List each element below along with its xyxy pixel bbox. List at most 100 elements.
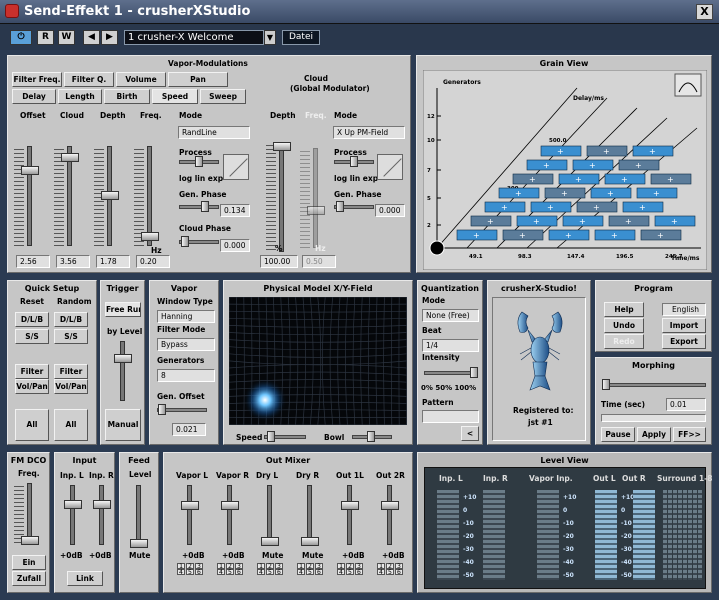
offset-slider[interactable] — [27, 146, 32, 246]
morph-slider[interactable] — [602, 383, 706, 387]
export-button[interactable]: Export — [662, 334, 706, 349]
quant-mode-value[interactable]: None (Free) — [422, 309, 479, 322]
gen-phase-slider[interactable] — [179, 205, 219, 209]
close-button[interactable]: X — [696, 4, 713, 20]
feed-level-knob[interactable] — [130, 539, 148, 548]
mixer-2-routing-matrix[interactable]: 123456 — [257, 563, 285, 575]
generators-value[interactable]: 8 — [157, 369, 215, 382]
offset-knob[interactable] — [21, 166, 39, 175]
depth-knob[interactable] — [101, 191, 119, 200]
offset-value[interactable]: 2.56 — [16, 255, 50, 268]
cloud-value[interactable]: 3.56 — [56, 255, 90, 268]
filter-mode-value[interactable]: Bypass — [157, 338, 215, 351]
mixer-2-knob[interactable] — [261, 537, 279, 546]
freq-slider[interactable] — [147, 146, 152, 246]
pattern-back-button[interactable]: < — [461, 426, 479, 441]
mixer-0-slider[interactable] — [187, 485, 192, 545]
freq-value[interactable]: 0.20 — [136, 255, 170, 268]
bowl-knob[interactable] — [367, 431, 375, 442]
mixer-1-knob[interactable] — [221, 501, 239, 510]
cloud-phase-value[interactable]: 0.000 — [220, 239, 250, 252]
gen-phase-knob[interactable] — [201, 201, 209, 212]
morph-knob[interactable] — [602, 379, 610, 390]
next-preset-button[interactable]: ▶ — [101, 30, 118, 45]
cloud-freq-slider[interactable] — [313, 148, 318, 248]
cloud-phase-knob[interactable] — [181, 236, 189, 247]
mod-volume[interactable]: Volume — [116, 72, 166, 87]
process-knob[interactable] — [195, 156, 203, 167]
prev-preset-button[interactable]: ◀ — [83, 30, 100, 45]
random-ss-button[interactable]: S/S — [54, 329, 88, 344]
mixer-0-knob[interactable] — [181, 501, 199, 510]
input-link-button[interactable]: Link — [67, 571, 103, 586]
power-button[interactable]: ⏻ — [10, 30, 32, 45]
mod-delay[interactable]: Delay — [12, 89, 56, 104]
mode-value[interactable]: RandLine — [178, 126, 250, 139]
preset-dropdown-icon[interactable]: ▼ — [264, 30, 276, 45]
mod-sweep[interactable]: Sweep — [200, 89, 246, 104]
gen-phase-value[interactable]: 0.134 — [220, 204, 250, 217]
cloud-gen-phase-knob[interactable] — [336, 201, 344, 212]
trigger-level-knob[interactable] — [114, 354, 132, 363]
mixer-3-routing-matrix[interactable]: 123456 — [297, 563, 325, 575]
speed-knob[interactable] — [267, 431, 275, 442]
gen-offset-value[interactable]: 0.021 — [172, 423, 206, 436]
write-button[interactable]: W — [58, 30, 75, 45]
mixer-5-routing-matrix[interactable]: 123456 — [377, 563, 405, 575]
window-type-value[interactable]: Hanning — [157, 310, 215, 323]
envelope-window-icon[interactable] — [674, 73, 702, 97]
input-r-knob[interactable] — [93, 500, 111, 509]
morph-ff-button[interactable]: FF>> — [673, 427, 706, 442]
gen-offset-knob[interactable] — [158, 404, 166, 415]
feed-level-slider[interactable] — [136, 485, 141, 545]
input-l-slider[interactable] — [70, 485, 75, 545]
cloud-knob[interactable] — [61, 153, 79, 162]
mixer-4-knob[interactable] — [341, 501, 359, 510]
help-button[interactable]: Help — [604, 302, 644, 317]
depth-value[interactable]: 1.78 — [96, 255, 130, 268]
free-run-button[interactable]: Free Run — [105, 302, 141, 317]
cloud-process-knob[interactable] — [350, 156, 358, 167]
import-button[interactable]: Import — [662, 318, 706, 333]
beat-value[interactable]: 1/4 — [422, 339, 479, 352]
morph-apply-button[interactable]: Apply — [637, 427, 671, 442]
intensity-slider[interactable] — [424, 371, 476, 375]
reset-volpan-button[interactable]: Vol/Pan — [15, 379, 49, 394]
manual-trigger-button[interactable]: Manual — [105, 409, 141, 441]
mod-filter-freq[interactable]: Filter Freq. — [12, 72, 62, 87]
mixer-4-routing-matrix[interactable]: 123456 — [337, 563, 365, 575]
fm-random-button[interactable]: Zufall — [12, 571, 46, 586]
cloud-depth-slider[interactable] — [279, 142, 284, 252]
language-select[interactable]: English — [662, 303, 706, 316]
file-menu-button[interactable]: Datei — [282, 30, 320, 45]
mixer-5-knob[interactable] — [381, 501, 399, 510]
reset-filter-button[interactable]: Filter — [15, 364, 49, 379]
cloud-mode-value[interactable]: X Up PM-Field — [333, 126, 405, 139]
morph-pause-button[interactable]: Pause — [601, 427, 635, 442]
mod-length[interactable]: Length — [58, 89, 102, 104]
random-dlb-button[interactable]: D/L/B — [54, 312, 88, 327]
intensity-knob[interactable] — [470, 367, 478, 378]
cloud-depth-value[interactable]: 100.00 — [260, 255, 298, 268]
mod-filter-q[interactable]: Filter Q. — [64, 72, 114, 87]
read-button[interactable]: R — [37, 30, 54, 45]
mixer-3-slider[interactable] — [307, 485, 312, 545]
morph-time-value[interactable]: 0.01 — [666, 398, 706, 411]
mod-birth[interactable]: Birth — [104, 89, 150, 104]
mixer-1-slider[interactable] — [227, 485, 232, 545]
random-filter-button[interactable]: Filter — [54, 364, 88, 379]
mod-speed[interactable]: Speed — [152, 89, 198, 104]
input-r-slider[interactable] — [99, 485, 104, 545]
mod-pan[interactable]: Pan — [168, 72, 228, 87]
trigger-level-slider[interactable] — [120, 341, 125, 401]
mixer-1-routing-matrix[interactable]: 123456 — [217, 563, 245, 575]
cloud-freq-knob[interactable] — [307, 206, 325, 215]
random-volpan-button[interactable]: Vol/Pan — [54, 379, 88, 394]
cloud-depth-knob[interactable] — [273, 142, 291, 151]
undo-button[interactable]: Undo — [604, 318, 644, 333]
input-l-knob[interactable] — [64, 500, 82, 509]
mixer-0-routing-matrix[interactable]: 123456 — [177, 563, 205, 575]
mixer-2-slider[interactable] — [267, 485, 272, 545]
preset-select[interactable]: 1 crusher-X Welcome — [124, 30, 264, 45]
reset-ss-button[interactable]: S/S — [15, 329, 49, 344]
